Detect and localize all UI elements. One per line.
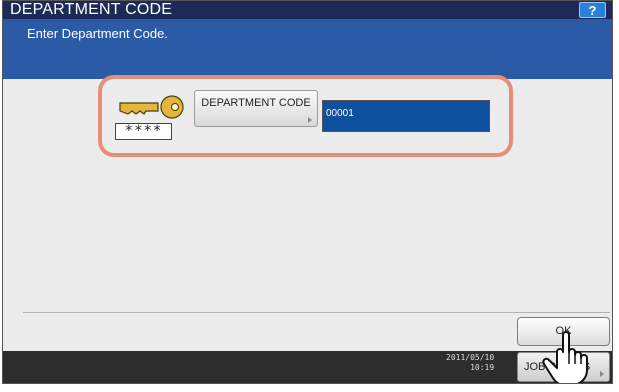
status-bar: 2011/05/10 10:19 JOB STATUS — [3, 351, 612, 383]
dialog-screen: DEPARTMENT CODE ? Enter Department Code.… — [2, 0, 613, 384]
department-code-field[interactable]: 00001 — [322, 100, 490, 132]
date-time: 2011/05/10 10:19 — [446, 353, 494, 373]
hand-pointer-icon — [542, 331, 588, 383]
triangle-indicator-icon — [308, 117, 312, 123]
help-button[interactable]: ? — [579, 2, 606, 18]
key-icon — [119, 95, 184, 119]
time-text: 10:19 — [470, 363, 495, 372]
instruction-bar: Enter Department Code. — [3, 19, 612, 79]
date-text: 2011/05/10 — [446, 353, 495, 362]
department-code-button-label: DEPARTMENT CODE — [201, 97, 311, 109]
masked-code-display: **** — [115, 123, 172, 140]
title-bar: DEPARTMENT CODE ? — [3, 1, 612, 19]
department-code-button[interactable]: DEPARTMENT CODE — [194, 90, 318, 127]
page-title: DEPARTMENT CODE — [10, 1, 173, 18]
divider — [23, 312, 610, 313]
instruction-text: Enter Department Code. — [27, 26, 168, 41]
